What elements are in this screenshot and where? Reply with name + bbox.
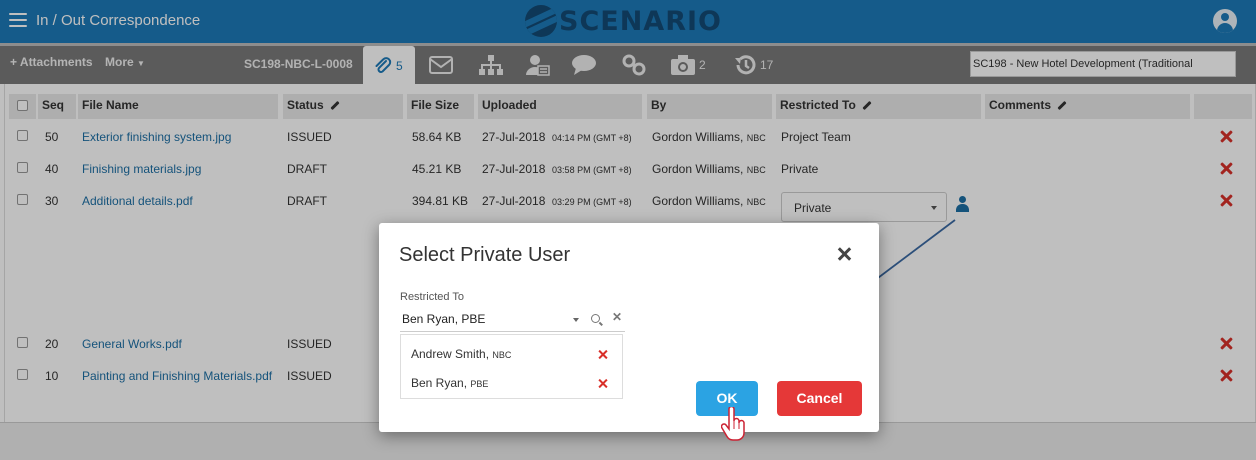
user-picker-value: Ben Ryan, PBE xyxy=(402,312,486,326)
cancel-button[interactable]: Cancel xyxy=(777,381,862,416)
hand-cursor-icon xyxy=(721,407,745,441)
close-icon[interactable] xyxy=(838,247,852,261)
remove-user-icon[interactable] xyxy=(599,350,608,359)
restricted-to-label: Restricted To xyxy=(400,291,464,303)
user-picker-input[interactable]: Ben Ryan, PBE ✕ xyxy=(400,308,625,332)
clear-icon[interactable]: ✕ xyxy=(612,310,622,324)
list-item: Ben Ryan, PBE xyxy=(411,376,488,390)
list-item: Andrew Smith, NBC xyxy=(411,347,511,361)
search-icon[interactable] xyxy=(591,314,600,323)
selected-users-list: Andrew Smith, NBC Ben Ryan, PBE xyxy=(400,334,623,399)
user-name: Ben Ryan, xyxy=(411,376,468,390)
dialog-title: Select Private User xyxy=(399,244,571,266)
user-org: NBC xyxy=(492,350,512,360)
select-private-user-dialog: Select Private User Restricted To Ben Ry… xyxy=(379,223,879,432)
chevron-down-icon[interactable] xyxy=(573,318,579,322)
remove-user-icon[interactable] xyxy=(599,379,608,388)
user-org: PBE xyxy=(470,379,489,389)
user-name: Andrew Smith, xyxy=(411,347,490,361)
